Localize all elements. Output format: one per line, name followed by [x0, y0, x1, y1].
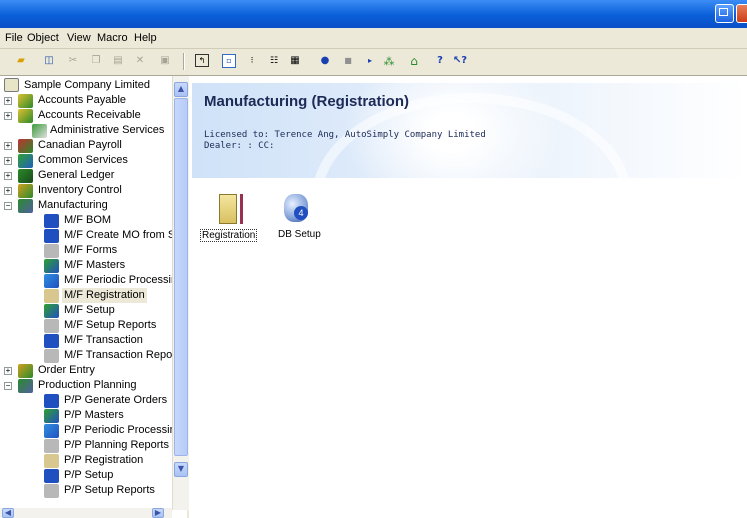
collapse-icon[interactable]: − — [4, 202, 12, 210]
program-icon — [44, 319, 59, 333]
program-icon — [44, 454, 59, 468]
program-icon — [44, 349, 59, 363]
db-setup-badge-icon: 4 — [294, 206, 308, 220]
scroll-thumb[interactable] — [174, 98, 188, 456]
home-icon[interactable]: ⌂ — [407, 54, 421, 68]
expand-icon[interactable]: + — [4, 367, 12, 375]
module-icon — [18, 169, 33, 183]
program-icon — [44, 259, 59, 273]
program-icon — [44, 289, 59, 303]
program-icon — [44, 274, 59, 288]
up-folder-icon[interactable]: ↰ — [195, 54, 209, 67]
properties-icon[interactable]: ▣ — [158, 54, 172, 68]
module-icon — [18, 364, 33, 378]
module-icon — [32, 124, 47, 138]
db-setup-item[interactable]: 4 DB Setup — [268, 194, 328, 244]
title-bar — [0, 0, 747, 28]
whats-this-help-icon[interactable]: ↖? — [453, 54, 467, 68]
program-icon — [44, 484, 59, 498]
module-icon — [18, 379, 33, 393]
module-icon — [18, 184, 33, 198]
paste-icon[interactable]: ▤ — [111, 54, 125, 68]
large-icons-view-icon[interactable]: ▫ — [222, 54, 236, 68]
module-icon — [18, 199, 33, 213]
menu-object[interactable]: Object — [27, 32, 59, 44]
expand-icon[interactable]: + — [4, 157, 12, 165]
scroll-up-icon[interactable]: ▲ — [174, 82, 188, 97]
copy-icon[interactable]: ❐ — [89, 54, 103, 68]
list-view-icon[interactable]: ☷ — [267, 54, 281, 68]
expand-icon[interactable]: + — [4, 187, 12, 195]
details-view-icon[interactable]: ▦ — [288, 54, 302, 68]
module-icon — [18, 154, 33, 168]
program-icon — [44, 394, 59, 408]
restore-button[interactable] — [715, 4, 734, 23]
program-icon — [44, 409, 59, 423]
module-icon — [18, 109, 33, 123]
company-icon — [4, 78, 19, 92]
tree-horizontal-scrollbar[interactable]: ◀ ▶ — [0, 508, 172, 518]
program-icon — [44, 469, 59, 483]
program-icon — [44, 214, 59, 228]
registration-icon-bar — [240, 194, 243, 224]
module-icon — [18, 139, 33, 153]
cut-icon[interactable]: ✂ — [66, 54, 80, 68]
collapse-icon[interactable]: − — [4, 382, 12, 390]
open-folder-icon[interactable]: ▰ — [14, 54, 28, 68]
menu-view[interactable]: View — [67, 32, 91, 44]
delete-icon[interactable]: ✕ — [133, 54, 147, 68]
scroll-down-icon[interactable]: ▼ — [174, 462, 188, 477]
square-icon[interactable]: ■ — [341, 54, 355, 68]
expand-icon[interactable]: + — [4, 112, 12, 120]
menu-macro[interactable]: Macro — [97, 32, 128, 44]
small-icons-view-icon[interactable]: ⁝ — [245, 54, 259, 68]
program-icon — [44, 229, 59, 243]
menu-file[interactable]: File — [5, 32, 23, 44]
expand-icon[interactable]: + — [4, 97, 12, 105]
expand-icon[interactable]: + — [4, 172, 12, 180]
scroll-left-icon[interactable]: ◀ — [2, 508, 14, 518]
restore-icon — [719, 8, 728, 16]
program-icon — [44, 304, 59, 318]
tree-vertical-scrollbar[interactable]: ▲ ▼ — [172, 76, 189, 510]
close-button[interactable] — [736, 4, 747, 23]
program-icon — [44, 424, 59, 438]
tree-icon[interactable]: ⁂ — [382, 54, 396, 68]
arrow-icon[interactable]: ▸ — [363, 54, 377, 68]
scroll-right-icon[interactable]: ▶ — [152, 508, 164, 518]
registration-icon — [219, 194, 237, 224]
license-text: Licensed to: Terence Ang, AutoSimply Com… — [204, 130, 486, 140]
program-icon — [44, 334, 59, 348]
menu-bar: File Object View Macro Help — [0, 28, 747, 49]
menu-help[interactable]: Help — [134, 32, 157, 44]
dealer-text: Dealer: : CC: — [204, 141, 275, 151]
page-title: Manufacturing (Registration) — [204, 93, 409, 110]
program-icon — [44, 439, 59, 453]
help-icon[interactable]: ? — [433, 54, 447, 68]
expand-icon[interactable]: + — [4, 142, 12, 150]
tree-panel: Sample Company Limited + Accounts Payabl… — [0, 76, 189, 518]
dot-icon[interactable]: ● — [318, 54, 332, 68]
book-icon[interactable]: ◫ — [42, 54, 56, 68]
program-icon — [44, 244, 59, 258]
registration-item[interactable]: Registration — [200, 194, 260, 244]
toolbar-separator — [183, 53, 185, 70]
toolbar: ▰ ◫ ✂ ❐ ▤ ✕ ▣ ↰ ▫ ⁝ ☷ ▦ ● ■ ▸ ⁂ ⌂ ? ↖? — [0, 49, 747, 76]
module-icon — [18, 94, 33, 108]
